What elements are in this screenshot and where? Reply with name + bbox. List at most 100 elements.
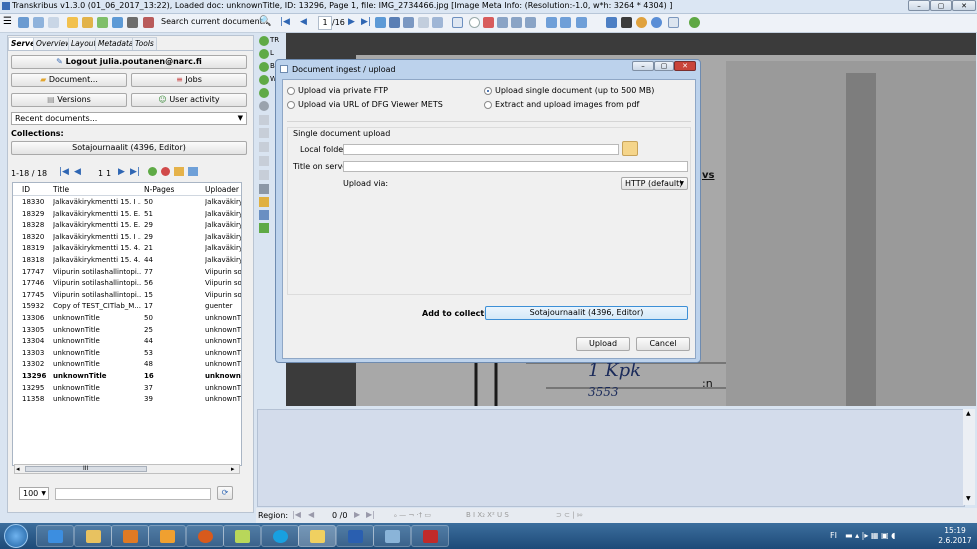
search-icon[interactable]: 🔍 bbox=[259, 16, 271, 27]
document-button[interactable]: ▰ Document... bbox=[11, 73, 127, 87]
zoom-fit-icon[interactable] bbox=[525, 17, 536, 28]
copy-icon[interactable] bbox=[418, 17, 429, 28]
copy-icon[interactable] bbox=[188, 167, 198, 176]
clock-date[interactable]: 2.6.2017 bbox=[936, 536, 974, 545]
prev-page-icon[interactable]: ◀ bbox=[300, 17, 307, 27]
text-format-buttons[interactable]: B I X₂ X² U S bbox=[466, 511, 509, 519]
pager-page[interactable]: 1 bbox=[98, 169, 103, 178]
maximize-button[interactable]: ▢ bbox=[930, 0, 952, 11]
first-page-icon[interactable]: |◀ bbox=[59, 167, 69, 177]
taskbar-firefox[interactable] bbox=[186, 525, 224, 547]
zoom-in-icon[interactable] bbox=[497, 17, 508, 28]
scroll-right-icon[interactable]: ▸ bbox=[231, 465, 235, 473]
table-row[interactable]: 18320 Jalkaväkirykmentti 15. I ... 29 Jalka… bbox=[13, 232, 241, 244]
taskbar-media[interactable] bbox=[111, 525, 149, 547]
table-row[interactable]: 13304 unknownTitle 44 unknownT bbox=[13, 336, 241, 348]
radio-dfg-mets[interactable] bbox=[287, 101, 295, 109]
undo-redo-icons[interactable]: ⊃ ⊂ | ⇰ bbox=[556, 511, 583, 519]
table-row[interactable]: 18328 Jalkaväkirykmentti 15. E... 29 Jalkav… bbox=[13, 220, 241, 232]
column-title[interactable]: Title bbox=[53, 185, 69, 194]
next-page-icon[interactable]: ▶ bbox=[118, 167, 125, 177]
prev-page-icon[interactable]: ◀ bbox=[74, 167, 81, 177]
last-page-icon[interactable]: ▶| bbox=[361, 17, 371, 27]
palette-icon[interactable] bbox=[636, 17, 647, 28]
monitor-icon[interactable] bbox=[606, 17, 617, 28]
selection-icon[interactable] bbox=[452, 17, 463, 28]
table-row[interactable]: 18318 Jalkaväkirykmentti 15. 4.... 44 Jalka… bbox=[13, 255, 241, 267]
delete-icon[interactable] bbox=[161, 167, 170, 176]
add-icon[interactable] bbox=[259, 49, 269, 59]
add-icon[interactable] bbox=[259, 75, 269, 85]
window-icon[interactable] bbox=[33, 17, 44, 28]
table-row[interactable]: 11358 unknownTitle 39 unknownT bbox=[13, 394, 241, 406]
table-row[interactable]: 13303 unknownTitle 53 unknownT bbox=[13, 348, 241, 360]
table-row[interactable]: 18329 Jalkaväkirykmentti 15. E... 51 Jalkav… bbox=[13, 209, 241, 221]
next-page-icon[interactable]: ▶ bbox=[348, 17, 355, 27]
radio-single-document[interactable] bbox=[484, 87, 492, 95]
symbol-icons[interactable]: ₒ — ¬ ·† ▭ bbox=[394, 511, 431, 519]
tag-icon[interactable] bbox=[259, 197, 269, 207]
first-region-icon[interactable]: |◀ bbox=[292, 510, 301, 519]
dialog-minimize-button[interactable]: – bbox=[632, 61, 654, 71]
polygon-icon[interactable] bbox=[259, 115, 269, 125]
table-row[interactable]: 13295 unknownTitle 37 unknownT bbox=[13, 383, 241, 395]
dialog-maximize-button[interactable]: ▢ bbox=[654, 61, 674, 71]
reload-icon[interactable] bbox=[375, 17, 386, 28]
jobs-button[interactable]: ≡ Jobs bbox=[131, 73, 247, 87]
scroll-down-icon[interactable]: ▼ bbox=[966, 495, 971, 502]
option-private-ftp-label[interactable]: Upload via private FTP bbox=[298, 86, 388, 95]
option-dfg-mets-label[interactable]: Upload via URL of DFG Viewer METS bbox=[298, 100, 443, 109]
bug-icon[interactable] bbox=[689, 17, 700, 28]
scroll-up-icon[interactable]: ▲ bbox=[966, 410, 971, 417]
eye-icon[interactable] bbox=[469, 17, 480, 28]
option-extract-pdf-label[interactable]: Extract and upload images from pdf bbox=[495, 100, 639, 109]
refresh-button[interactable]: ⟳ bbox=[217, 486, 233, 500]
table-row[interactable]: 17746 Viipurin sotilashallintopi... 56 Viip… bbox=[13, 278, 241, 290]
taskbar-word[interactable] bbox=[336, 525, 374, 547]
document-icon[interactable] bbox=[432, 17, 443, 28]
close-button[interactable]: ✕ bbox=[952, 0, 976, 11]
last-region-icon[interactable]: ▶| bbox=[366, 510, 375, 519]
binoculars-icon[interactable] bbox=[127, 17, 138, 28]
tray-icons[interactable]: ▬ ▴ |▸ ▦ ▣ ◖ bbox=[845, 531, 895, 540]
save-icon[interactable] bbox=[389, 17, 400, 28]
zoom-out-icon[interactable] bbox=[511, 17, 522, 28]
table-row[interactable]: 18319 Jalkaväkirykmentti 15. 4.... 21 Jalka… bbox=[13, 243, 241, 255]
page-size-select[interactable]: 100 ▼ bbox=[19, 487, 49, 500]
prev-region-icon[interactable]: ◀ bbox=[308, 510, 314, 519]
layout-icon[interactable] bbox=[18, 17, 29, 28]
tab-metadata[interactable]: Metadata bbox=[95, 37, 137, 50]
collection-select-button[interactable]: Sotajournaalit (4396, Editor) bbox=[485, 306, 688, 320]
marker-icon[interactable] bbox=[483, 17, 494, 28]
table-row[interactable]: 13306 unknownTitle 50 unknownT bbox=[13, 313, 241, 325]
collection-select-button[interactable]: Sotajournaalit (4396, Editor) bbox=[11, 141, 247, 155]
fit-page-icon[interactable] bbox=[576, 17, 587, 28]
table-row[interactable]: 15932 Copy of TEST_CITlab_M... 17 guenter bbox=[13, 301, 241, 313]
taskbar-transkribus[interactable] bbox=[298, 525, 336, 547]
info-icon[interactable] bbox=[48, 17, 59, 28]
tab-tools[interactable]: Tools bbox=[132, 37, 157, 50]
region-page[interactable]: 0 /0 bbox=[332, 511, 347, 520]
folder-icon[interactable] bbox=[67, 17, 78, 28]
pen-icon[interactable] bbox=[621, 17, 632, 28]
taskbar-network[interactable] bbox=[373, 525, 411, 547]
versions-button[interactable]: ▤ Versions bbox=[11, 93, 127, 107]
polygon-edit-icon[interactable] bbox=[259, 128, 269, 138]
remove-icon[interactable] bbox=[259, 101, 269, 111]
export-icon[interactable] bbox=[143, 17, 154, 28]
page-number-input[interactable]: 1 bbox=[318, 16, 332, 30]
taskbar-skype[interactable] bbox=[261, 525, 299, 547]
table-row[interactable]: 18330 Jalkaväkirykmentti 15. I ... 50 Jalka… bbox=[13, 197, 241, 209]
add-icon[interactable] bbox=[259, 88, 269, 98]
add-icon[interactable] bbox=[259, 62, 269, 72]
option-single-document-label[interactable]: Upload single document (up to 500 MB) bbox=[495, 86, 654, 95]
browse-folder-icon[interactable] bbox=[622, 141, 638, 156]
menu-icon[interactable]: ☰ bbox=[3, 17, 12, 27]
column-pages[interactable]: N-Pages bbox=[144, 185, 174, 194]
radio-private-ftp[interactable] bbox=[287, 87, 295, 95]
logout-button[interactable]: ✎ Logout julia.poutanen@narc.fi bbox=[11, 55, 247, 69]
folder-add-icon[interactable] bbox=[174, 167, 184, 176]
local-folder-input[interactable] bbox=[343, 144, 619, 155]
scroll-left-icon[interactable]: ◂ bbox=[16, 465, 20, 473]
search-document-label[interactable]: Search current document... bbox=[161, 17, 270, 26]
